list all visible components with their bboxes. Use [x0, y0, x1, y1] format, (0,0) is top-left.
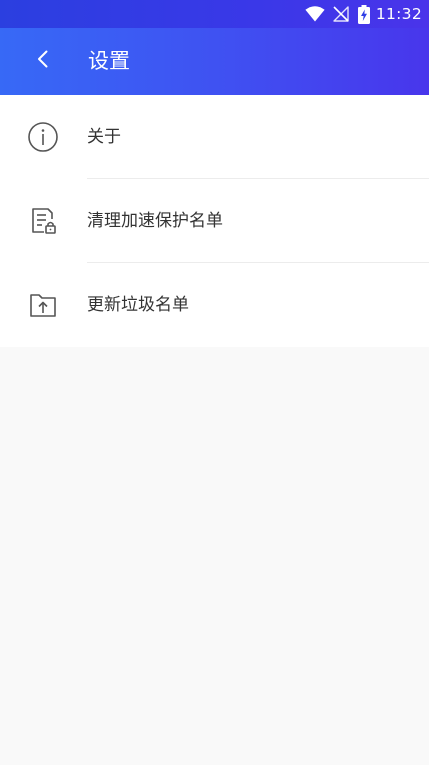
status-icons: 11:32 [305, 0, 422, 28]
status-bar: 11:32 [0, 0, 429, 28]
folder-upload-icon [27, 289, 59, 321]
settings-list: 关于 清理加速保护名单 更新垃圾名单 [0, 95, 429, 347]
settings-item-about[interactable]: 关于 [0, 95, 429, 179]
app-bar: 设置 [0, 28, 429, 95]
settings-item-protection-list[interactable]: 清理加速保护名单 [0, 179, 429, 263]
back-button[interactable] [22, 40, 64, 82]
settings-item-label: 清理加速保护名单 [87, 211, 223, 231]
no-signal-icon [333, 6, 349, 22]
settings-item-label: 更新垃圾名单 [87, 295, 189, 315]
settings-screen: 11:32 设置 关于 清理加速保护名单 更新垃圾名单 [0, 0, 429, 765]
page-title: 设置 [88, 49, 130, 73]
wifi-icon [305, 6, 325, 22]
chevron-left-icon [36, 49, 50, 73]
status-time: 11:32 [375, 5, 422, 23]
settings-item-update-junk-list[interactable]: 更新垃圾名单 [0, 263, 429, 347]
battery-charging-icon [357, 4, 370, 24]
settings-item-label: 关于 [87, 127, 121, 147]
info-icon [27, 121, 59, 153]
document-lock-icon [27, 205, 59, 237]
